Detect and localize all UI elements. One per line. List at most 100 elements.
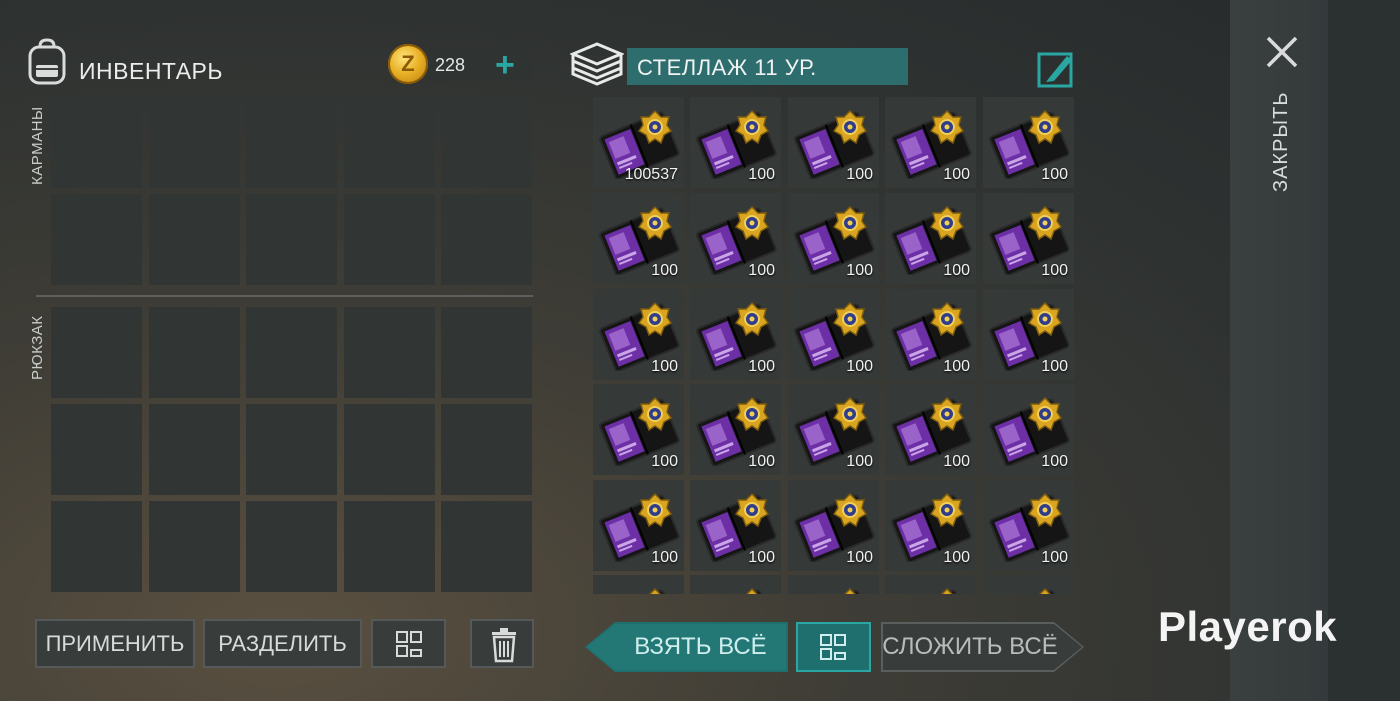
container-title: СТЕЛЛАЖ 11 УР. [637,55,817,80]
right-edge-bg [1328,0,1400,701]
delete-button[interactable] [470,619,534,668]
item-count: 100537 [624,166,678,183]
item-count: 100 [943,358,970,375]
item-count: 100 [651,549,678,566]
container-slot[interactable]: 100 [593,384,684,475]
badge-wallet-icon [794,587,875,594]
backpack-slot[interactable] [441,307,532,398]
container-slot[interactable]: 100 [788,384,879,475]
backpack-slot[interactable] [441,501,532,592]
backpack-slot[interactable] [441,404,532,495]
container-slot[interactable]: 100 [885,384,976,475]
sort-icon [396,631,422,657]
sort-inventory-button[interactable] [371,619,446,668]
item-count: 100 [1041,453,1068,470]
container-slot[interactable]: 100 [983,193,1074,284]
close-icon[interactable] [1265,35,1299,74]
sort-container-button[interactable] [796,622,871,672]
backpack-slot[interactable] [51,307,142,398]
item-count: 100 [748,453,775,470]
container-slot[interactable]: 100 [690,480,781,571]
backpack-slot[interactable] [149,404,240,495]
item-count: 100 [1041,358,1068,375]
split-button[interactable]: РАЗДЕЛИТЬ [203,619,362,668]
container-slot[interactable]: 100 [593,480,684,571]
backpack-slot[interactable] [149,501,240,592]
backpack-label: РЮКЗАК [29,315,46,380]
container-slot[interactable]: 100 [983,480,1074,571]
apply-button[interactable]: ПРИМЕНИТЬ [35,619,195,668]
pocket-slot[interactable] [51,97,142,188]
container-slot[interactable]: 100 [593,193,684,284]
container-slot[interactable]: 100 [788,289,879,380]
pocket-slot[interactable] [344,97,435,188]
close-button[interactable]: ЗАКРЫТЬ [1270,92,1293,192]
coin-count: 228 [435,55,466,75]
take-all-button[interactable]: ВЗЯТЬ ВСЁ [585,622,788,672]
put-all-button[interactable]: СЛОЖИТЬ ВСЁ [881,622,1084,672]
backpack-slot[interactable] [51,404,142,495]
item-count: 100 [943,262,970,279]
backpack-slot[interactable] [246,404,337,495]
item-count: 100 [846,262,873,279]
container-grid: 100537 100 100 100 100 100 100 100 100 1… [593,97,1075,594]
container-slot[interactable]: 100 [885,480,976,571]
container-slot[interactable]: 100 [885,193,976,284]
container-slot[interactable]: 100 [885,289,976,380]
pocket-slot[interactable] [441,97,532,188]
container-slot[interactable]: 100 [983,289,1074,380]
item-count: 100 [846,166,873,183]
pocket-slot[interactable] [246,194,337,285]
container-slot[interactable]: 100 [788,193,879,284]
container-slot[interactable] [690,575,781,594]
take-all-label: ВЗЯТЬ ВСЁ [634,633,767,660]
backpack-slot[interactable] [344,404,435,495]
trash-icon [492,628,516,663]
container-slot[interactable] [885,575,976,594]
item-count: 100 [846,358,873,375]
rename-icon[interactable] [1037,50,1075,93]
backpack-slot[interactable] [344,307,435,398]
backpack-slot[interactable] [51,501,142,592]
container-slot[interactable]: 100 [788,480,879,571]
inventory-title: ИНВЕНТАРЬ [79,58,223,84]
pocket-slot[interactable] [149,194,240,285]
backpack-slot[interactable] [344,501,435,592]
badge-wallet-icon [891,587,972,594]
container-slot[interactable] [593,575,684,594]
shelf-icon [569,41,625,92]
item-count: 100 [748,358,775,375]
item-count: 100 [846,549,873,566]
backpack-slot[interactable] [149,307,240,398]
item-count: 100 [748,262,775,279]
item-count: 100 [943,453,970,470]
badge-wallet-icon [696,587,777,594]
watermark: Playerok [1158,603,1338,650]
section-divider [36,295,533,297]
pocket-slot[interactable] [51,194,142,285]
backpack-slot[interactable] [246,501,337,592]
badge-wallet-icon [989,587,1070,594]
container-slot[interactable] [983,575,1074,594]
container-slot[interactable]: 100 [983,384,1074,475]
container-slot[interactable]: 100 [788,97,879,188]
item-count: 100 [943,549,970,566]
container-slot[interactable]: 100 [983,97,1074,188]
pocket-slot[interactable] [344,194,435,285]
container-slot[interactable]: 100 [690,384,781,475]
backpack-slot[interactable] [246,307,337,398]
pocket-slot[interactable] [246,97,337,188]
container-slot[interactable]: 100 [885,97,976,188]
container-slot[interactable]: 100 [690,193,781,284]
add-coins-button[interactable]: + [495,47,515,83]
container-slot[interactable]: 100537 [593,97,684,188]
badge-wallet-icon [599,587,680,594]
pocket-slot[interactable] [149,97,240,188]
sort-icon [820,634,846,660]
container-slot[interactable] [788,575,879,594]
container-slot[interactable]: 100 [593,289,684,380]
container-slot[interactable]: 100 [690,97,781,188]
item-count: 100 [748,166,775,183]
pocket-slot[interactable] [441,194,532,285]
container-slot[interactable]: 100 [690,289,781,380]
